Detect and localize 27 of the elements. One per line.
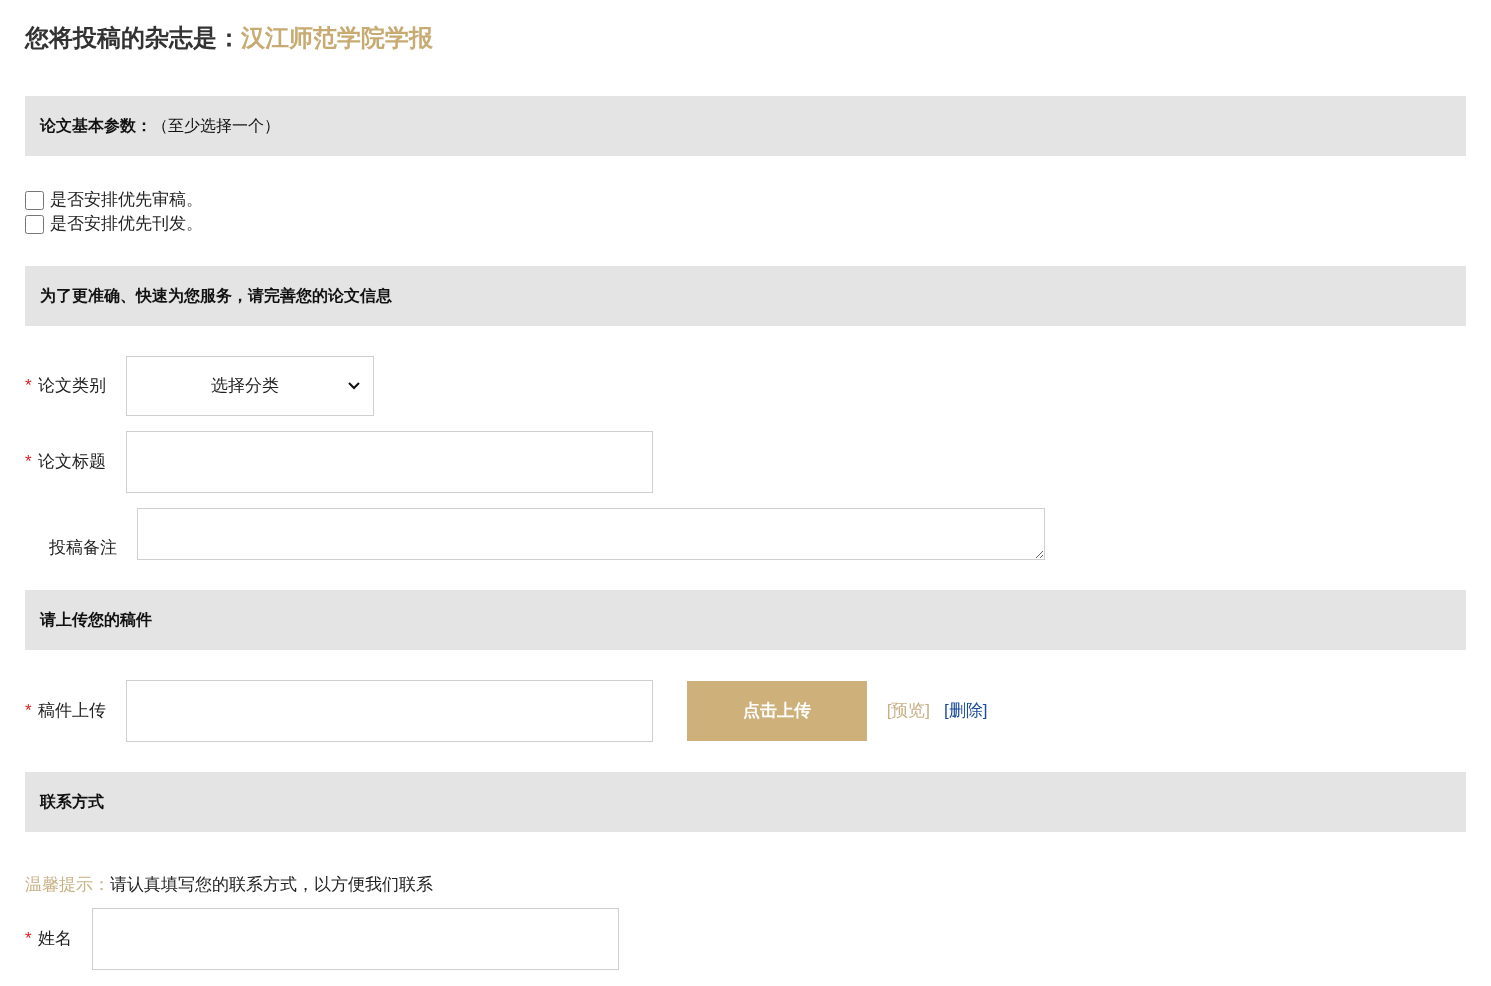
text-input-field[interactable] [125, 431, 653, 493]
field-label: 稿件上传 [37, 700, 106, 723]
field-label: 投稿备注 [49, 536, 117, 559]
option-label: 是否安排优先审稿。 [50, 189, 203, 211]
field-label: 论文标题 [37, 451, 106, 474]
text-input-field[interactable] [91, 907, 619, 970]
section-header: 论文基本参数：（至少选择一个） [25, 96, 1466, 156]
chevron-down-icon [346, 381, 361, 391]
remark-textarea[interactable] [137, 508, 1045, 560]
field-label: 姓名 [37, 927, 72, 950]
hint-text: 温馨提示：请认真填写您的联系方式，以方便我们联系 [25, 874, 434, 896]
section-header: 为了更准确、快速为您服务，请完善您的论文信息 [25, 266, 1466, 326]
required-asterisk: * [25, 375, 32, 398]
option-checkbox[interactable] [25, 190, 44, 210]
action-link[interactable]: [删除] [944, 698, 988, 724]
option-label: 是否安排优先刊发。 [50, 213, 203, 235]
file-path-field[interactable] [125, 680, 653, 742]
required-asterisk: * [25, 927, 32, 950]
field-label: 论文类别 [37, 375, 106, 398]
section-header: 联系方式 [25, 772, 1466, 832]
journal-name: 汉江师范学院学报 [241, 23, 433, 53]
section-header: 请上传您的稿件 [25, 590, 1466, 650]
required-asterisk: * [25, 700, 32, 723]
option-checkbox[interactable] [25, 214, 44, 234]
page-heading: 您将投稿的杂志是： [25, 23, 241, 53]
category-select[interactable]: 选择分类 [125, 356, 374, 416]
required-asterisk: * [25, 451, 32, 474]
